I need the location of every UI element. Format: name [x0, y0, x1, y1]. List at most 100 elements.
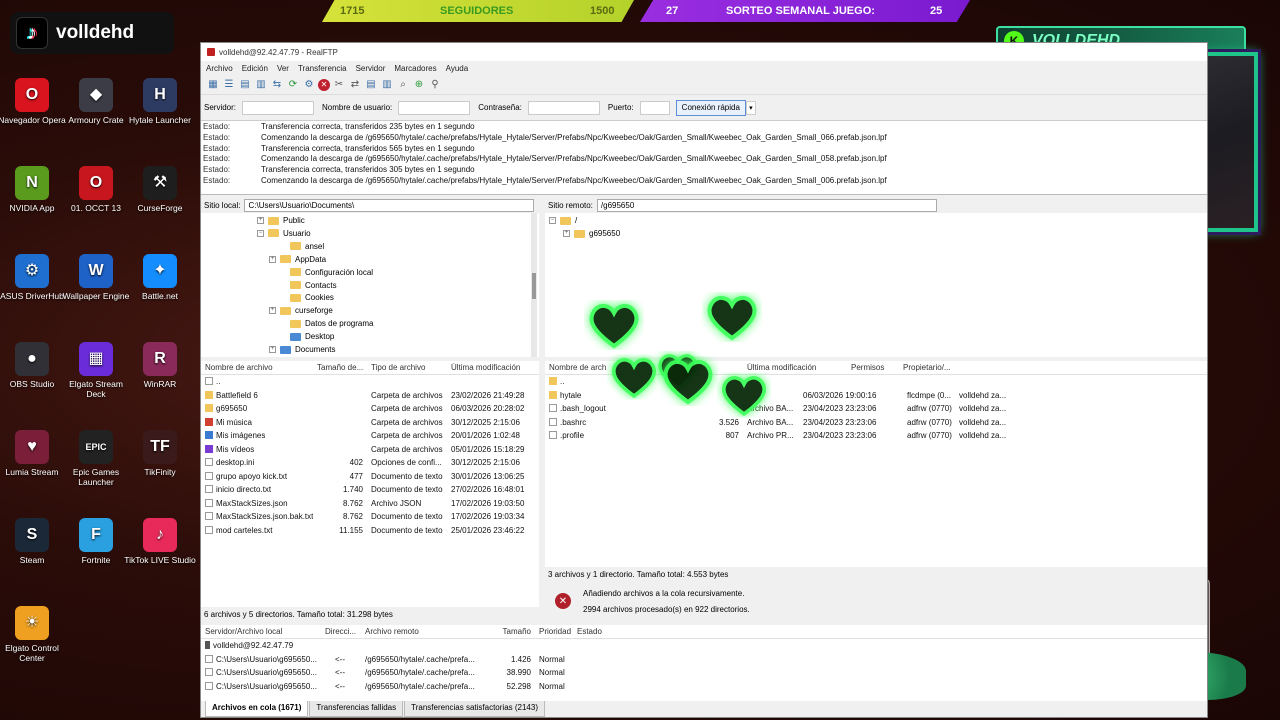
menu-marcadores[interactable]: Marcadores [394, 64, 436, 73]
queue-tab[interactable]: Transferencias fallidas [309, 701, 404, 717]
local-tree-item[interactable]: − Usuario [257, 227, 311, 240]
local-column-header[interactable]: Última modificación [447, 363, 537, 372]
reconnect-icon[interactable]: ⇄ [348, 78, 362, 92]
site-manager-icon[interactable]: ▦ [206, 78, 220, 92]
remote-column-header[interactable]: Propietario/... [899, 363, 959, 372]
expand-icon[interactable]: − [549, 217, 556, 224]
local-file-row[interactable]: MaxStackSizes.json.bak.txt 8.762 Documento… [201, 510, 539, 524]
local-tree-item[interactable]: + AppData [269, 253, 326, 266]
remote-site-path-input[interactable]: /g695650 [596, 198, 937, 212]
queue-column-header[interactable]: Tamaño [497, 627, 535, 636]
local-file-row[interactable]: Mis vídeos Carpeta de archivos 05/01/2026 … [201, 443, 539, 457]
queue-server-row[interactable]: volldehd@92.42.47.79 [201, 639, 1207, 653]
local-tree-item[interactable]: + Documents [269, 343, 335, 356]
desktop-icon-nvidia-app[interactable]: N NVIDIA App [0, 166, 68, 213]
expand-icon[interactable]: + [269, 255, 276, 263]
desktop-icon-obs-studio[interactable]: ● OBS Studio [0, 342, 68, 389]
cancel-icon[interactable]: ✕ [318, 78, 330, 91]
desktop-icon-fortnite[interactable]: F Fortnite [60, 518, 132, 565]
menu-ayuda[interactable]: Ayuda [446, 64, 469, 73]
local-file-row[interactable]: mod carteles.txt 11.155 Documento de texto… [201, 524, 539, 538]
expand-icon[interactable]: + [257, 217, 264, 224]
expand-icon[interactable]: + [269, 307, 276, 315]
desktop-icon-asus-driverhub[interactable]: ⚙ ASUS DriverHub [0, 254, 68, 301]
quick-connect-dropdown-icon[interactable]: ▾ [745, 100, 756, 115]
toggle-queue-icon[interactable]: ⇆ [270, 78, 284, 92]
remote-tree-item[interactable]: − / [549, 214, 577, 227]
queue-row[interactable]: C:\Users\Usuario\g695650... <-- /g695650/h… [201, 680, 1207, 694]
local-tree-item[interactable]: + curseforge [269, 304, 333, 317]
expand-icon[interactable]: − [257, 229, 264, 237]
desktop-icon-winrar[interactable]: R WinRAR [124, 342, 196, 389]
desktop-icon-armoury-crate[interactable]: ◆ Armoury Crate [60, 78, 132, 125]
menu-transferencia[interactable]: Transferencia [298, 64, 347, 73]
remote-tree-item[interactable]: + g695650 [563, 227, 620, 240]
desktop-icon-elgato-stream-deck[interactable]: ▦ Elgato Stream Deck [60, 342, 132, 399]
queue-tab[interactable]: Transferencias satisfactorias (2143) [404, 701, 545, 717]
local-tree-item[interactable]: ansel [279, 240, 324, 253]
local-file-row[interactable]: grupo apoyo kick.txt 477 Documento de text… [201, 470, 539, 484]
desktop-icon-navegador-opera[interactable]: O Navegador Opera [0, 78, 68, 125]
compare-directories-icon[interactable]: ▥ [380, 78, 394, 92]
local-file-row[interactable]: Mis imágenes Carpeta de archivos 20/01/202… [201, 429, 539, 443]
local-file-row[interactable]: MaxStackSizes.json 8.762 Archivo JSON 17/02… [201, 497, 539, 511]
menu-edición[interactable]: Edición [242, 64, 268, 73]
find-files-icon[interactable]: ⚲ [428, 78, 442, 92]
queue-column-header[interactable]: Prioridad [535, 627, 573, 636]
local-file-row[interactable]: Battlefield 6 Carpeta de archivos 23/02/20… [201, 389, 539, 403]
process-queue-icon[interactable]: ⚙ [302, 78, 316, 92]
local-tree-item[interactable]: Datos de programa [279, 317, 373, 330]
local-tree-item[interactable]: + Public [257, 214, 305, 227]
toggle-remote-tree-icon[interactable]: ▥ [254, 78, 268, 92]
menu-servidor[interactable]: Servidor [356, 64, 386, 73]
local-tree-item[interactable]: Contacts [279, 279, 337, 292]
menu-ver[interactable]: Ver [277, 64, 289, 73]
password-input[interactable] [527, 100, 600, 115]
desktop-icon-01-occt-13[interactable]: O 01. OCCT 13 [60, 166, 132, 213]
remote-file-row[interactable]: .bash_logout Archivo BA... 23/04/2023 23:2… [545, 402, 1207, 416]
tree-scrollbar-thumb[interactable] [532, 273, 536, 299]
quick-connect-button[interactable]: Conexión rápida [675, 99, 746, 116]
local-site-path-input[interactable]: C:\Users\Usuario\Documents\ [244, 198, 535, 212]
local-tree-item[interactable]: Desktop [279, 330, 334, 343]
queue-column-header[interactable]: Direcci... [321, 627, 361, 636]
queue-column-header[interactable]: Estado [573, 627, 633, 636]
desktop-icon-hytale-launcher[interactable]: H Hytale Launcher [124, 78, 196, 125]
username-input[interactable] [398, 100, 471, 115]
queue-column-header[interactable]: Archivo remoto [361, 627, 497, 636]
local-column-header[interactable]: Tipo de archivo [367, 363, 447, 372]
queue-tab[interactable]: Archivos en cola (1671) [205, 701, 309, 717]
local-tree-item[interactable]: Configuración local [279, 266, 373, 279]
expand-icon[interactable]: + [563, 230, 570, 237]
search-icon[interactable]: ⌕ [396, 78, 410, 92]
desktop-icon-curseforge[interactable]: ⚒ CurseForge [124, 166, 196, 213]
local-tree-item[interactable]: Cookies [279, 291, 334, 304]
remote-column-header[interactable]: Última modificación [743, 363, 847, 372]
desktop-icon-tiktok-live-studio[interactable]: ♪ TikTok LIVE Studio [124, 518, 196, 565]
local-column-header[interactable]: Nombre de archivo [201, 363, 313, 372]
desktop-icon-epic-games-launcher[interactable]: EPIC Epic Games Launcher [60, 430, 132, 487]
desktop-icon-battle-net[interactable]: ✦ Battle.net [124, 254, 196, 301]
refresh-icon[interactable]: ⟳ [286, 78, 300, 92]
queue-column-header[interactable]: Servidor/Archivo local [201, 627, 321, 636]
sync-browse-icon[interactable]: ⊕ [412, 78, 426, 92]
queue-row[interactable]: C:\Users\Usuario\g695650... <-- /g695650/h… [201, 653, 1207, 667]
server-input[interactable] [242, 100, 315, 115]
remote-file-row[interactable]: .profile 807 Archivo PR... 23/04/2023 23:23… [545, 429, 1207, 443]
toggle-local-tree-icon[interactable]: ▤ [238, 78, 252, 92]
toggle-log-icon[interactable]: ☰ [222, 78, 236, 92]
disconnect-icon[interactable]: ✂ [332, 78, 346, 92]
menu-archivo[interactable]: Archivo [206, 64, 233, 73]
queue-row[interactable]: C:\Users\Usuario\g695650... <-- /g695650/h… [201, 666, 1207, 680]
remote-column-header[interactable]: Permisos [847, 363, 899, 372]
local-column-header[interactable]: Tamaño de... [313, 363, 367, 372]
desktop-icon-steam[interactable]: S Steam [0, 518, 68, 565]
directory-listing-filter-icon[interactable]: ▤ [364, 78, 378, 92]
local-file-row[interactable]: Mi música Carpeta de archivos 30/12/2025 2… [201, 416, 539, 430]
local-file-row[interactable]: inicio directo.txt 1.740 Documento de text… [201, 483, 539, 497]
expand-icon[interactable]: + [269, 346, 276, 353]
remote-file-row[interactable]: .bashrc 3.526 Archivo BA... 23/04/2023 23:2… [545, 416, 1207, 430]
desktop-icon-wallpaper-engine[interactable]: W Wallpaper Engine [60, 254, 132, 301]
port-input[interactable] [639, 100, 670, 115]
desktop-icon-tikfinity[interactable]: TF TikFinity [124, 430, 196, 477]
